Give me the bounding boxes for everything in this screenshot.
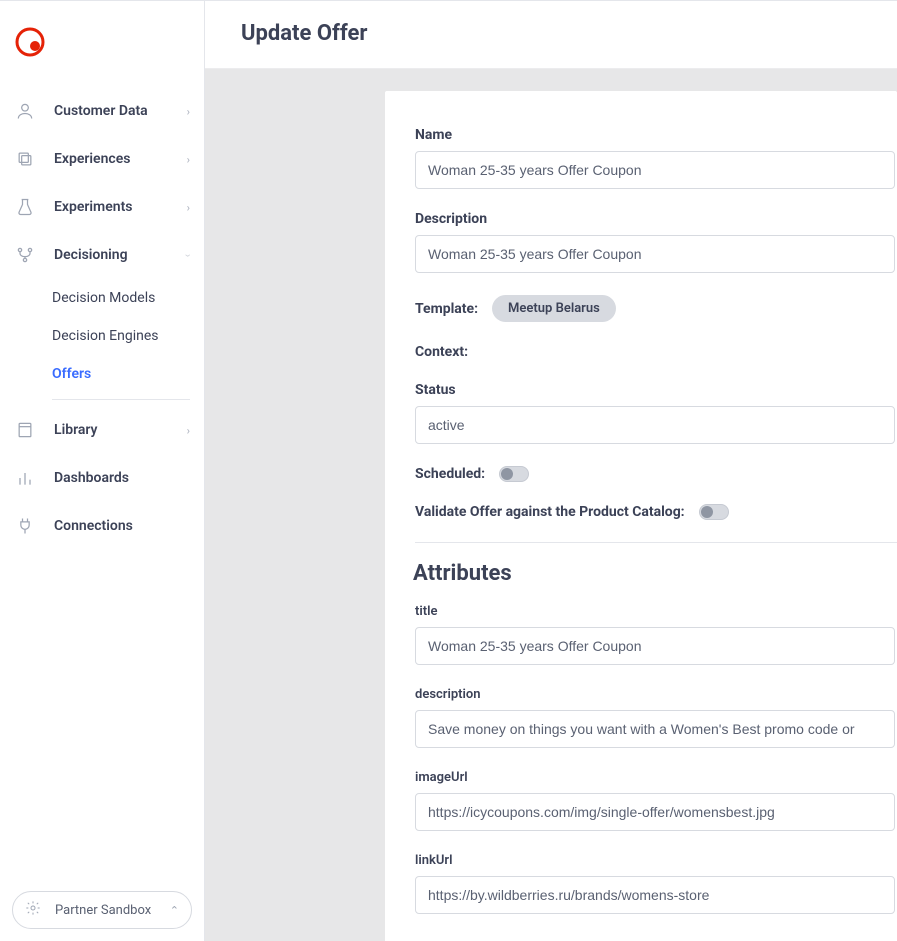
sidebar-item-label: Decisioning [54, 247, 128, 263]
sidebar-item-label: Decision Engines [52, 328, 159, 344]
environment-switcher[interactable]: Partner Sandbox ⌃ [12, 891, 192, 929]
chevron-up-icon: ⌃ [170, 904, 179, 917]
decisioning-submenu: Decision Models Decision Engines Offers [0, 279, 204, 393]
book-icon [14, 419, 36, 441]
name-label: Name [415, 127, 895, 143]
sidebar-item-label: Dashboards [54, 470, 129, 486]
template-chip[interactable]: Meetup Belarus [492, 295, 616, 322]
sidebar-item-library[interactable]: Library › [0, 406, 204, 454]
sidebar: Customer Data › Experiences › Experiment… [0, 1, 205, 941]
offer-form-panel: Name Description Template: Meetup Belaru… [385, 91, 897, 941]
flask-icon [14, 196, 36, 218]
bar-chart-icon [14, 467, 36, 489]
sidebar-item-experiments[interactable]: Experiments › [0, 183, 204, 231]
page-header: Update Offer [205, 1, 897, 69]
app-root: Customer Data › Experiences › Experiment… [0, 0, 897, 941]
environment-label: Partner Sandbox [55, 903, 151, 918]
sidebar-item-label: Offers [52, 366, 91, 382]
status-label: Status [415, 382, 895, 398]
user-icon [14, 100, 36, 122]
chevron-right-icon: › [187, 201, 190, 214]
sidebar-nav: Customer Data › Experiences › Experiment… [0, 87, 204, 879]
sidebar-item-label: Experiments [54, 199, 132, 215]
branch-icon [14, 244, 36, 266]
scheduled-label: Scheduled: [415, 466, 485, 482]
gear-icon [25, 900, 41, 920]
form-scroll-area[interactable]: Name Description Template: Meetup Belaru… [205, 69, 897, 941]
attr-imageurl-label: imageUrl [415, 770, 895, 785]
sidebar-item-connections[interactable]: Connections [0, 502, 204, 550]
sidebar-item-label: Experiences [54, 151, 130, 167]
plug-icon [14, 515, 36, 537]
chevron-right-icon: › [187, 153, 190, 166]
attr-linkurl-label: linkUrl [415, 853, 895, 868]
attr-imageurl-input[interactable] [415, 793, 895, 831]
copy-icon [14, 148, 36, 170]
status-input[interactable] [415, 406, 895, 444]
sidebar-item-label: Customer Data [54, 103, 148, 119]
chevron-down-icon: › [182, 253, 195, 256]
description-label: Description [415, 211, 895, 227]
sidebar-item-label: Connections [54, 518, 133, 534]
description-input[interactable] [415, 235, 895, 273]
sidebar-footer: Partner Sandbox ⌃ [0, 879, 204, 941]
sidebar-item-offers[interactable]: Offers [52, 355, 204, 393]
attr-linkurl-input[interactable] [415, 876, 895, 914]
template-label: Template: [415, 301, 478, 317]
chevron-right-icon: › [187, 424, 190, 437]
sidebar-item-decision-engines[interactable]: Decision Engines [52, 317, 204, 355]
sidebar-item-customer-data[interactable]: Customer Data › [0, 87, 204, 135]
attr-description-input[interactable] [415, 710, 895, 748]
brand-logo [15, 27, 45, 57]
nav-divider [52, 399, 190, 400]
sidebar-item-experiences[interactable]: Experiences › [0, 135, 204, 183]
attr-title-label: title [415, 604, 895, 619]
validate-toggle[interactable] [699, 504, 729, 520]
scheduled-toggle[interactable] [499, 466, 529, 482]
sidebar-item-label: Library [54, 422, 98, 438]
sidebar-item-dashboards[interactable]: Dashboards [0, 454, 204, 502]
attributes-heading: Attributes [413, 561, 897, 586]
chevron-right-icon: › [187, 105, 190, 118]
section-divider [415, 542, 897, 543]
main-content: Update Offer Name Description Template: … [205, 1, 897, 941]
sidebar-item-label: Decision Models [52, 290, 155, 306]
attr-description-label: description [415, 687, 895, 702]
sidebar-item-decision-models[interactable]: Decision Models [52, 279, 204, 317]
sidebar-item-decisioning[interactable]: Decisioning › [0, 231, 204, 279]
name-input[interactable] [415, 151, 895, 189]
page-title: Update Offer [241, 21, 865, 46]
attr-title-input[interactable] [415, 627, 895, 665]
validate-label: Validate Offer against the Product Catal… [415, 504, 685, 520]
context-label: Context: [415, 344, 468, 360]
